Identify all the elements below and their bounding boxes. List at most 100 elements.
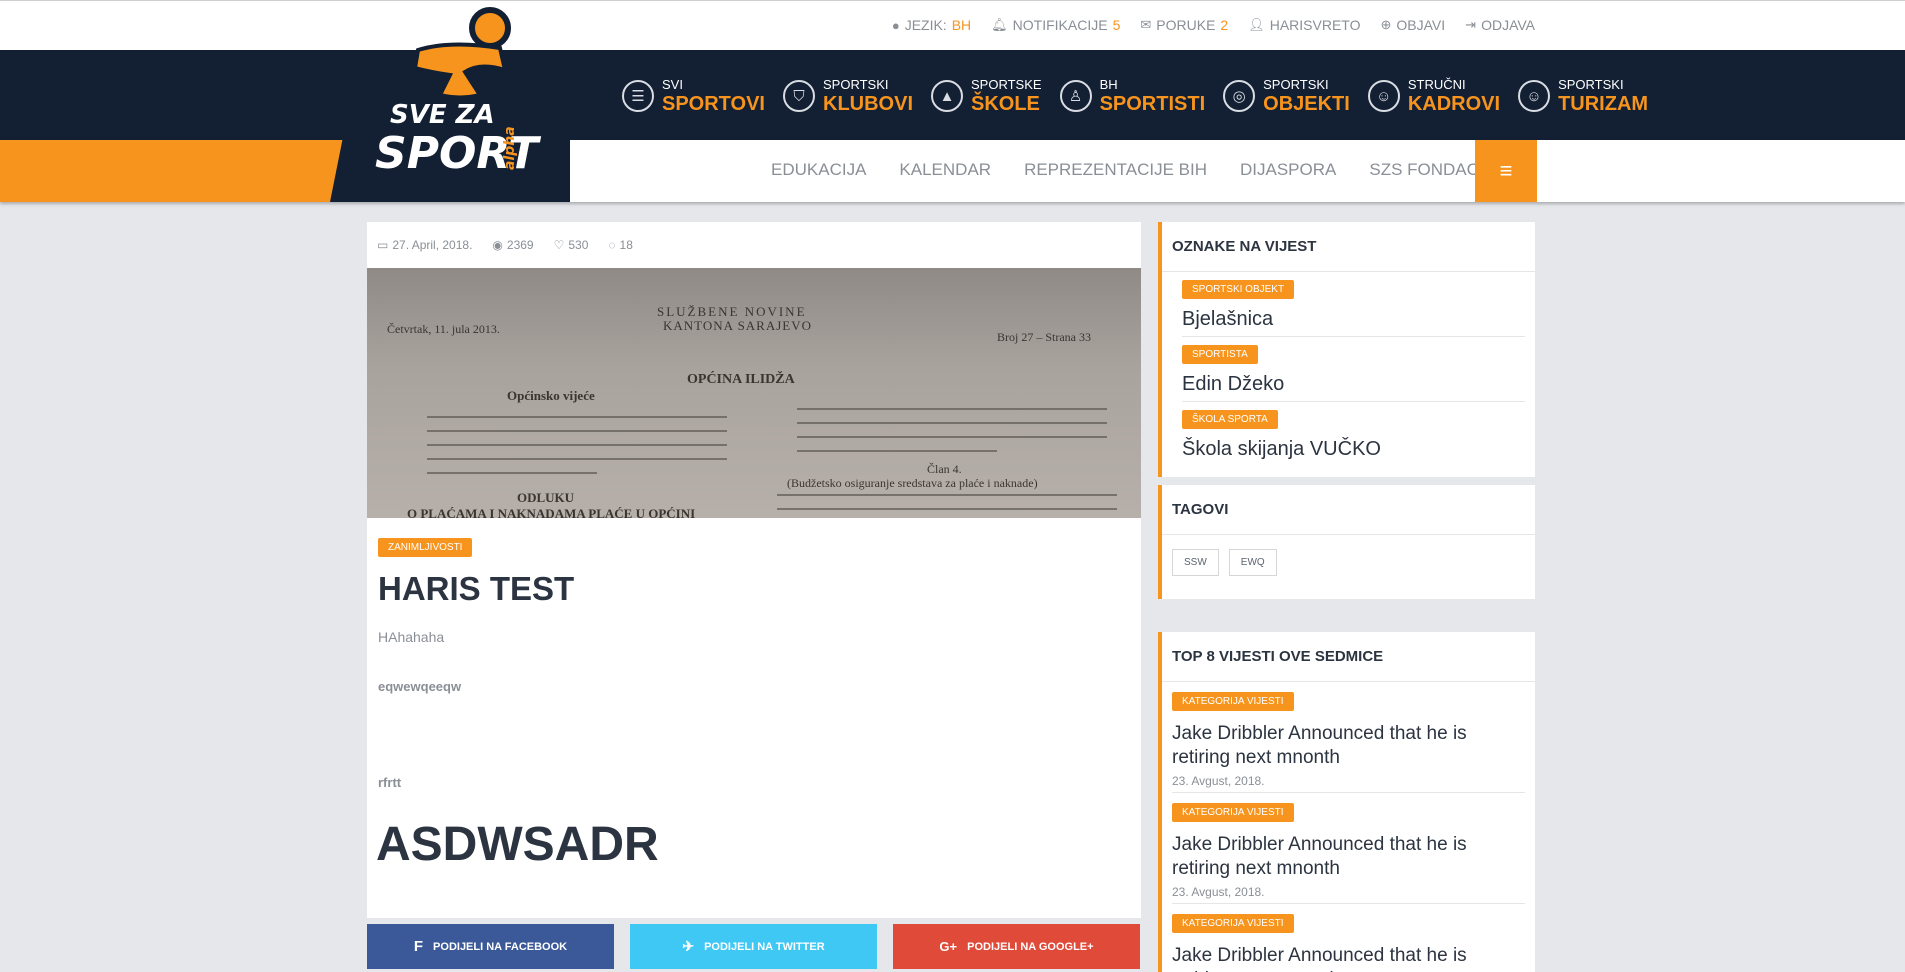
nav-item-big-label: KLUBOVI (823, 93, 913, 115)
nav-item-big-label: ŠKOLE (971, 93, 1040, 115)
article-category-badge[interactable]: ZANIMLJIVOSTI (378, 538, 473, 557)
language-label: JEZIK: (904, 17, 947, 33)
tags-on-news-panel: OZNAKE NA VIJEST SPORTSKI OBJEKT Bjelašni… (1158, 222, 1535, 477)
sub-nav-link[interactable]: EDUKACIJA (771, 160, 866, 180)
nav-item-small-label: BH (1099, 77, 1118, 92)
plus-circle-icon: ⊕ (1380, 17, 1392, 32)
nav-item-objekti[interactable]: ◎ SPORTSKI OBJEKTI (1223, 78, 1350, 114)
tag-chip[interactable]: EWQ (1228, 549, 1277, 576)
tag-entry[interactable]: SPORTSKI OBJEKT Bjelašnica (1182, 272, 1525, 337)
article-likes-count: 530 (568, 238, 589, 252)
article-date: ▭ 27. April, 2018. (377, 238, 472, 252)
news-category-badge[interactable]: KATEGORIJA VIJESTI (1172, 914, 1294, 933)
twitter-icon: ✈ (682, 938, 695, 954)
orange-strip (0, 140, 360, 202)
nav-item-text: SPORTSKI OBJEKTI (1263, 78, 1350, 114)
tag-chip[interactable]: SSW (1172, 549, 1219, 576)
hero-text-title2: KANTONA SARAJEVO (663, 318, 813, 333)
hero-text-line (797, 450, 997, 452)
facebook-icon: f (413, 938, 424, 955)
eye-icon: ◉ (492, 238, 503, 252)
tag-type-badge[interactable]: SPORTISTA (1182, 345, 1258, 364)
article-hero-image: SLUŽBENE NOVINE KANTONA SARAJEVO Četvrta… (367, 268, 1141, 518)
publish-label: OBJAVI (1396, 17, 1446, 33)
sign-out-icon: ⇥ (1465, 17, 1477, 32)
news-title[interactable]: Jake Dribbler Announced that he is retir… (1172, 944, 1492, 972)
user-name: HARISVRETO (1269, 17, 1361, 33)
menu-button[interactable]: ≡ (1475, 140, 1537, 202)
news-category-badge[interactable]: KATEGORIJA VIJESTI (1172, 692, 1294, 711)
share-facebook-label: PODIJELI NA FACEBOOK (433, 940, 568, 953)
language-switch[interactable]: ● JEZIK: BH (892, 17, 971, 33)
hero-text-article: Član 4. (927, 462, 962, 476)
tag-entry-name[interactable]: Edin Džeko (1182, 373, 1284, 396)
nav-item-big-label: SPORTISTI (1099, 93, 1206, 115)
nav-item-turizam[interactable]: ☺ SPORTSKI TURIZAM (1518, 78, 1648, 114)
share-buttons: f PODIJELI NA FACEBOOK ✈ PODIJELI NA TWI… (367, 924, 1140, 969)
news-category-badge[interactable]: KATEGORIJA VIJESTI (1172, 803, 1294, 822)
nav-item-big-label: OBJEKTI (1263, 93, 1350, 115)
tag-entry[interactable]: SPORTISTA Edin Džeko (1182, 337, 1525, 402)
nav-item-sportisti[interactable]: ♙ BH SPORTISTI (1059, 77, 1206, 115)
nav-item-škole[interactable]: ▲ SPORTSKE ŠKOLE (931, 78, 1042, 114)
nav-item-text: SVI SPORTOVI (662, 78, 765, 114)
heart-icon: ♡ (553, 238, 565, 252)
tag-list: SPORTSKI OBJEKT Bjelašnica SPORTISTA Edin D… (1162, 272, 1535, 467)
tag-type-badge[interactable]: SPORTSKI OBJEKT (1182, 280, 1295, 299)
publish-link[interactable]: ⊕ OBJAVI (1380, 17, 1445, 33)
article-date-text: 27. April, 2018. (392, 238, 473, 252)
messages-link[interactable]: ✉ PORUKE 2 (1140, 17, 1228, 33)
news-item[interactable]: KATEGORIJA VIJESTI Jake Dribbler Announce… (1172, 904, 1525, 972)
tag-entry-name[interactable]: Škola skijanja VUČKO (1182, 438, 1381, 461)
main-nav: ☰ SVI SPORTOVI ⛉ SPORTSKI KLUBOVI ▲ SPORTSKE ŠKO… (0, 50, 1905, 140)
hamburger-icon: ≡ (1499, 158, 1513, 183)
user-link[interactable]: 👤︎ HARISVRETO (1248, 17, 1360, 33)
nav-item-kadrovi[interactable]: ☺ STRUČNI KADROVI (1367, 77, 1500, 114)
share-facebook-button[interactable]: f PODIJELI NA FACEBOOK (367, 924, 614, 969)
sub-nav-link[interactable]: REPREZENTACIJE BIH (1024, 160, 1207, 180)
person-icon: ☺ (1518, 80, 1551, 112)
calendar-icon: ▭ (377, 238, 389, 252)
logout-link[interactable]: ⇥ ODJAVA (1465, 17, 1535, 33)
news-item[interactable]: KATEGORIJA VIJESTI Jake Dribbler Announce… (1172, 682, 1525, 793)
news-item[interactable]: KATEGORIJA VIJESTI Jake Dribbler Announce… (1172, 793, 1525, 904)
article-likes[interactable]: ♡ 530 (554, 238, 589, 252)
news-title[interactable]: Jake Dribbler Announced that he is retir… (1172, 833, 1492, 881)
article-views: ◉ 2369 (492, 238, 533, 252)
news-title[interactable]: Jake Dribbler Announced that he is retir… (1172, 722, 1492, 770)
notifications-link[interactable]: 🔔︎ NOTIFIKACIJE 5 (991, 17, 1120, 33)
tag-type-badge[interactable]: ŠKOLA SPORTA (1182, 410, 1278, 429)
panel-title: TOP 8 VIJESTI OVE SEDMICE (1162, 632, 1535, 682)
news-date: 23. Avgust, 2018. (1172, 774, 1265, 788)
tag-entry[interactable]: ŠKOLA SPORTA Škola skijanja VUČKO (1182, 402, 1525, 467)
nav-item-small-label: STRUČNI (1407, 77, 1466, 92)
tag-entry-name[interactable]: Bjelašnica (1182, 308, 1273, 331)
news-list: KATEGORIJA VIJESTI Jake Dribbler Announce… (1162, 682, 1535, 972)
messages-label: PORUKE (1156, 17, 1216, 33)
top-bar: ● JEZIK: BH 🔔︎ NOTIFIKACIJE 5 ✉ PORUKE 2… (0, 0, 1905, 50)
share-twitter-button[interactable]: ✈ PODIJELI NA TWITTER (630, 924, 877, 969)
sub-nav-link[interactable]: DIJASPORA (1240, 160, 1336, 180)
hero-text-line (797, 408, 1107, 410)
article-comments[interactable]: ◌ 18 (608, 238, 633, 252)
nav-item-text: SPORTSKE ŠKOLE (971, 78, 1042, 114)
hero-text-line (427, 430, 727, 432)
site-logo[interactable]: SVE ZA SPORT alpha (330, 0, 570, 202)
article-title: HARIS TEST (378, 570, 575, 607)
nav-item-klubovi[interactable]: ⛉ SPORTSKI KLUBOVI (783, 78, 913, 114)
share-twitter-label: PODIJELI NA TWITTER (704, 940, 825, 953)
hero-text-line (427, 444, 727, 446)
nav-item-text: SPORTSKI TURIZAM (1558, 78, 1648, 114)
article-card: ▭ 27. April, 2018. ◉ 2369 ♡ 530 ◌ 18 SLUŽBEN… (367, 222, 1141, 918)
sub-nav-links: EDUKACIJA KALENDAR REPREZENTACIJE BIH DIJAS… (771, 160, 1503, 180)
nav-item-sportovi[interactable]: ☰ SVI SPORTOVI (622, 78, 765, 114)
share-google-label: PODIJELI NA GOOGLE+ (967, 940, 1094, 953)
share-google-button[interactable]: G+ PODIJELI NA GOOGLE+ (893, 924, 1140, 969)
list-icon: ☰ (622, 80, 654, 112)
panel-title: TAGOVI (1162, 485, 1535, 535)
envelope-icon: ✉ (1140, 17, 1152, 32)
top-bar-links: ● JEZIK: BH 🔔︎ NOTIFIKACIJE 5 ✉ PORUKE 2… (892, 17, 1535, 33)
globe-icon: ● (891, 17, 900, 33)
user-icon: 👤︎ (1248, 17, 1265, 32)
sub-nav-link[interactable]: KALENDAR (899, 160, 991, 180)
